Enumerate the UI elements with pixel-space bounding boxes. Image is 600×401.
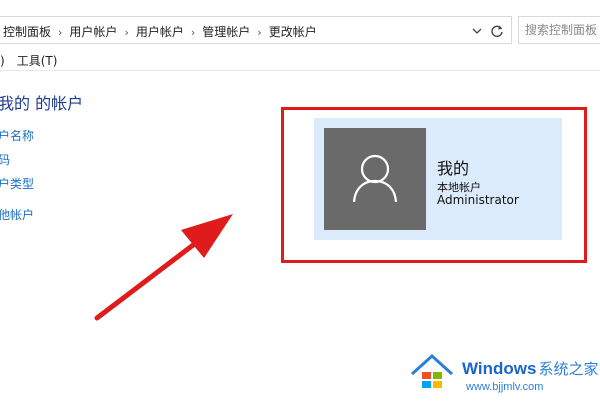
- watermark-suffix: 系统之家: [538, 361, 599, 378]
- search-input[interactable]: [525, 23, 600, 37]
- windows-logo-icon: [410, 353, 454, 388]
- breadcrumb-item[interactable]: 控制面板: [3, 23, 51, 40]
- page-title: 我的 的帐户: [0, 94, 84, 113]
- address-bar[interactable]: 控制面板 › 用户帐户 › 用户帐户 › 管理帐户 › 更改帐户: [0, 16, 512, 44]
- refresh-icon[interactable]: [489, 23, 505, 39]
- breadcrumb-separator-icon[interactable]: ›: [124, 26, 128, 39]
- watermark-url: www.bjjmlv.com: [466, 381, 544, 393]
- breadcrumb: 控制面板 › 用户帐户 › 用户帐户 › 管理帐户 › 更改帐户: [3, 23, 317, 40]
- manage-other-accounts-link[interactable]: 他帐户: [0, 206, 34, 223]
- highlight-box: [281, 107, 587, 263]
- watermark-brand-text: Windows: [462, 359, 537, 378]
- menu-item-tools[interactable]: 工具(T): [17, 54, 58, 68]
- breadcrumb-separator-icon[interactable]: ›: [191, 26, 195, 39]
- breadcrumb-item-current[interactable]: 更改帐户: [269, 23, 317, 40]
- breadcrumb-separator-icon[interactable]: ›: [58, 26, 62, 39]
- watermark-brand: Windows 系统之家: [462, 358, 598, 379]
- chevron-down-icon[interactable]: [471, 25, 483, 37]
- breadcrumb-item[interactable]: 用户帐户: [136, 23, 184, 40]
- change-account-type-link[interactable]: 户类型: [0, 175, 34, 192]
- breadcrumb-item[interactable]: 用户帐户: [69, 23, 117, 40]
- menu-bar: ) 工具(T): [0, 52, 69, 69]
- search-box[interactable]: [518, 16, 600, 44]
- change-password-link[interactable]: 码: [0, 151, 10, 168]
- breadcrumb-item[interactable]: 管理帐户: [202, 23, 250, 40]
- address-row: 控制面板 › 用户帐户 › 用户帐户 › 管理帐户 › 更改帐户: [0, 14, 600, 46]
- menu-item[interactable]: ): [0, 54, 5, 68]
- divider: [0, 70, 600, 71]
- change-name-link[interactable]: 户名称: [0, 127, 34, 144]
- breadcrumb-separator-icon[interactable]: ›: [257, 26, 261, 39]
